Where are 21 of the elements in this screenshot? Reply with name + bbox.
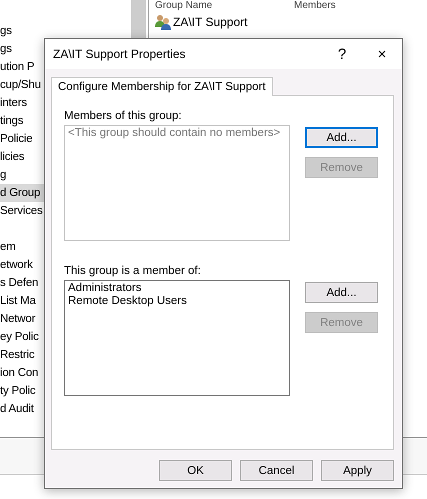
tab[interactable]: Configure Membership for ZA\IT Support — [51, 77, 273, 96]
placeholder-text: <This group should contain no members> — [68, 127, 280, 139]
add-button[interactable]: Add... — [305, 282, 378, 303]
add-button[interactable]: Add... — [305, 127, 378, 148]
users-icon — [155, 14, 171, 30]
window-title: ZA\IT Support Properties — [53, 47, 187, 61]
column-header[interactable]: Members — [288, 0, 427, 11]
dialog-button[interactable]: Cancel — [240, 460, 313, 481]
column-header[interactable]: Group Name — [149, 0, 288, 11]
close-button[interactable]: × — [362, 39, 402, 69]
dialog-button[interactable]: OK — [159, 460, 232, 481]
group-name[interactable]: ZA\IT Support — [173, 15, 248, 29]
list-item[interactable]: Remote Desktop Users — [68, 295, 286, 308]
help-button[interactable]: ? — [322, 39, 362, 69]
list-item[interactable]: Administrators — [68, 282, 286, 295]
tree-item[interactable]: gs — [0, 22, 130, 40]
list-box[interactable]: <This group should contain no members> — [64, 125, 290, 241]
section-label: Members of this group: — [64, 110, 183, 122]
list-box[interactable]: Administrators Remote Desktop Users — [64, 280, 290, 396]
section-label: This group is a member of: — [64, 265, 202, 277]
dialog-button[interactable]: Apply — [321, 460, 394, 481]
